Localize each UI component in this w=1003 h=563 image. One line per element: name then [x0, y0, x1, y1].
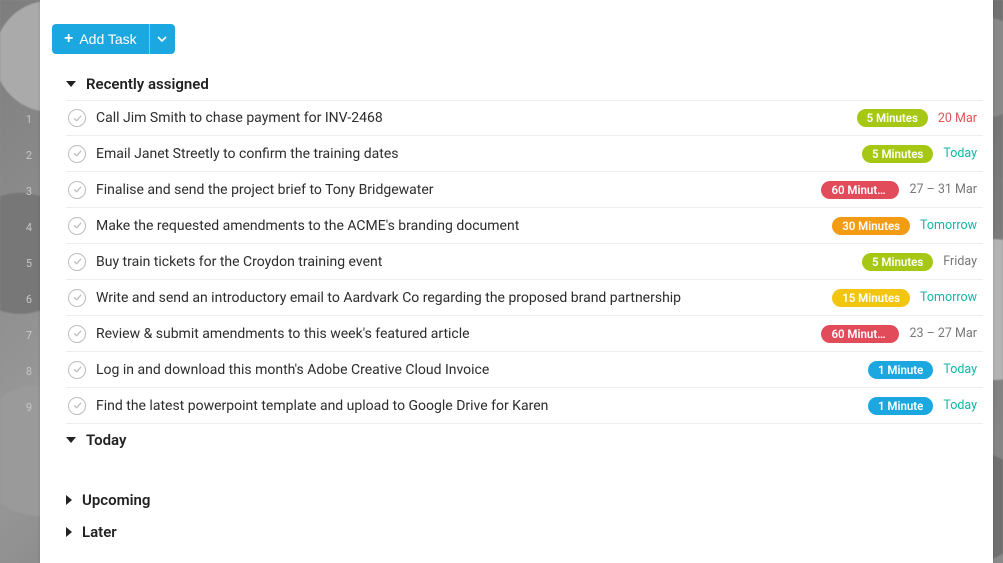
task-row[interactable]: Log in and download this month's Adobe C… [66, 352, 983, 388]
line-number: 5 [14, 246, 32, 282]
due-date[interactable]: Friday [943, 254, 977, 269]
duration-badge[interactable]: 1 Minute [868, 361, 933, 379]
due-date[interactable]: 23 – 27 Mar [909, 326, 977, 341]
chevron-down-icon [157, 36, 167, 42]
due-date[interactable]: Today [943, 398, 977, 413]
duration-badge[interactable]: 30 Minutes [832, 217, 910, 235]
task-row[interactable]: Finalise and send the project brief to T… [66, 172, 983, 208]
triangle-right-icon [66, 495, 72, 505]
duration-badge[interactable]: 60 Minute... [821, 325, 899, 343]
task-title[interactable]: Make the requested amendments to the ACM… [96, 218, 822, 234]
line-number: 9 [14, 390, 32, 426]
line-number: 1 [14, 102, 32, 138]
line-number: 6 [14, 282, 32, 318]
duration-badge[interactable]: 5 Minutes [857, 109, 928, 127]
line-number: 7 [14, 318, 32, 354]
triangle-down-icon [66, 81, 76, 87]
section-title: Later [82, 523, 117, 541]
task-title[interactable]: Review & submit amendments to this week'… [96, 326, 811, 342]
add-task-label: Add Task [79, 31, 136, 47]
due-date[interactable]: 20 Mar [938, 111, 977, 126]
task-list-recently-assigned: Call Jim Smith to chase payment for INV-… [66, 100, 983, 424]
task-title[interactable]: Finalise and send the project brief to T… [96, 182, 811, 198]
due-date[interactable]: Tomorrow [920, 218, 977, 233]
task-title[interactable]: Email Janet Streetly to confirm the trai… [96, 146, 852, 162]
section-header-later[interactable]: Later [64, 516, 983, 548]
due-date[interactable]: Today [943, 362, 977, 377]
complete-check-icon[interactable] [68, 397, 86, 415]
duration-badge[interactable]: 1 Minute [868, 397, 933, 415]
triangle-right-icon [66, 527, 72, 537]
task-title[interactable]: Call Jim Smith to chase payment for INV-… [96, 110, 847, 126]
section-header-upcoming[interactable]: Upcoming [64, 484, 983, 516]
duration-badge[interactable]: 5 Minutes [862, 253, 933, 271]
line-number: 3 [14, 174, 32, 210]
task-row[interactable]: Review & submit amendments to this week'… [66, 316, 983, 352]
due-date[interactable]: 27 – 31 Mar [909, 182, 977, 197]
due-date[interactable]: Tomorrow [920, 290, 977, 305]
section-title: Upcoming [82, 491, 150, 509]
duration-badge[interactable]: 5 Minutes [862, 145, 933, 163]
task-title[interactable]: Buy train tickets for the Croydon traini… [96, 254, 852, 270]
empty-section-body [64, 456, 983, 484]
section-title: Recently assigned [86, 75, 209, 93]
line-number: 4 [14, 210, 32, 246]
task-title[interactable]: Write and send an introductory email to … [96, 290, 822, 306]
task-title[interactable]: Find the latest powerpoint template and … [96, 398, 858, 414]
main-panel: + Add Task Recently assigned Call Jim Sm… [40, 0, 993, 563]
task-row[interactable]: Make the requested amendments to the ACM… [66, 208, 983, 244]
task-row[interactable]: Write and send an introductory email to … [66, 280, 983, 316]
task-row[interactable]: Call Jim Smith to chase payment for INV-… [66, 100, 983, 136]
complete-check-icon[interactable] [68, 289, 86, 307]
task-title[interactable]: Log in and download this month's Adobe C… [96, 362, 858, 378]
task-row[interactable]: Buy train tickets for the Croydon traini… [66, 244, 983, 280]
complete-check-icon[interactable] [68, 145, 86, 163]
complete-check-icon[interactable] [68, 217, 86, 235]
section-title: Today [86, 431, 126, 449]
task-row[interactable]: Email Janet Streetly to confirm the trai… [66, 136, 983, 172]
complete-check-icon[interactable] [68, 361, 86, 379]
complete-check-icon[interactable] [68, 253, 86, 271]
plus-icon: + [64, 31, 73, 47]
complete-check-icon[interactable] [68, 325, 86, 343]
complete-check-icon[interactable] [68, 181, 86, 199]
line-number: 2 [14, 138, 32, 174]
duration-badge[interactable]: 15 Minutes [832, 289, 910, 307]
line-number-gutter: 123456789 [14, 102, 32, 426]
section-header-recently-assigned[interactable]: Recently assigned [64, 68, 983, 100]
add-task-button[interactable]: + Add Task [52, 24, 149, 54]
add-task-dropdown-button[interactable] [149, 24, 175, 54]
due-date[interactable]: Today [943, 146, 977, 161]
line-number: 8 [14, 354, 32, 390]
duration-badge[interactable]: 60 Minute... [821, 181, 899, 199]
task-row[interactable]: Find the latest powerpoint template and … [66, 388, 983, 424]
triangle-down-icon [66, 437, 76, 443]
section-header-today[interactable]: Today [64, 424, 983, 456]
complete-check-icon[interactable] [68, 109, 86, 127]
